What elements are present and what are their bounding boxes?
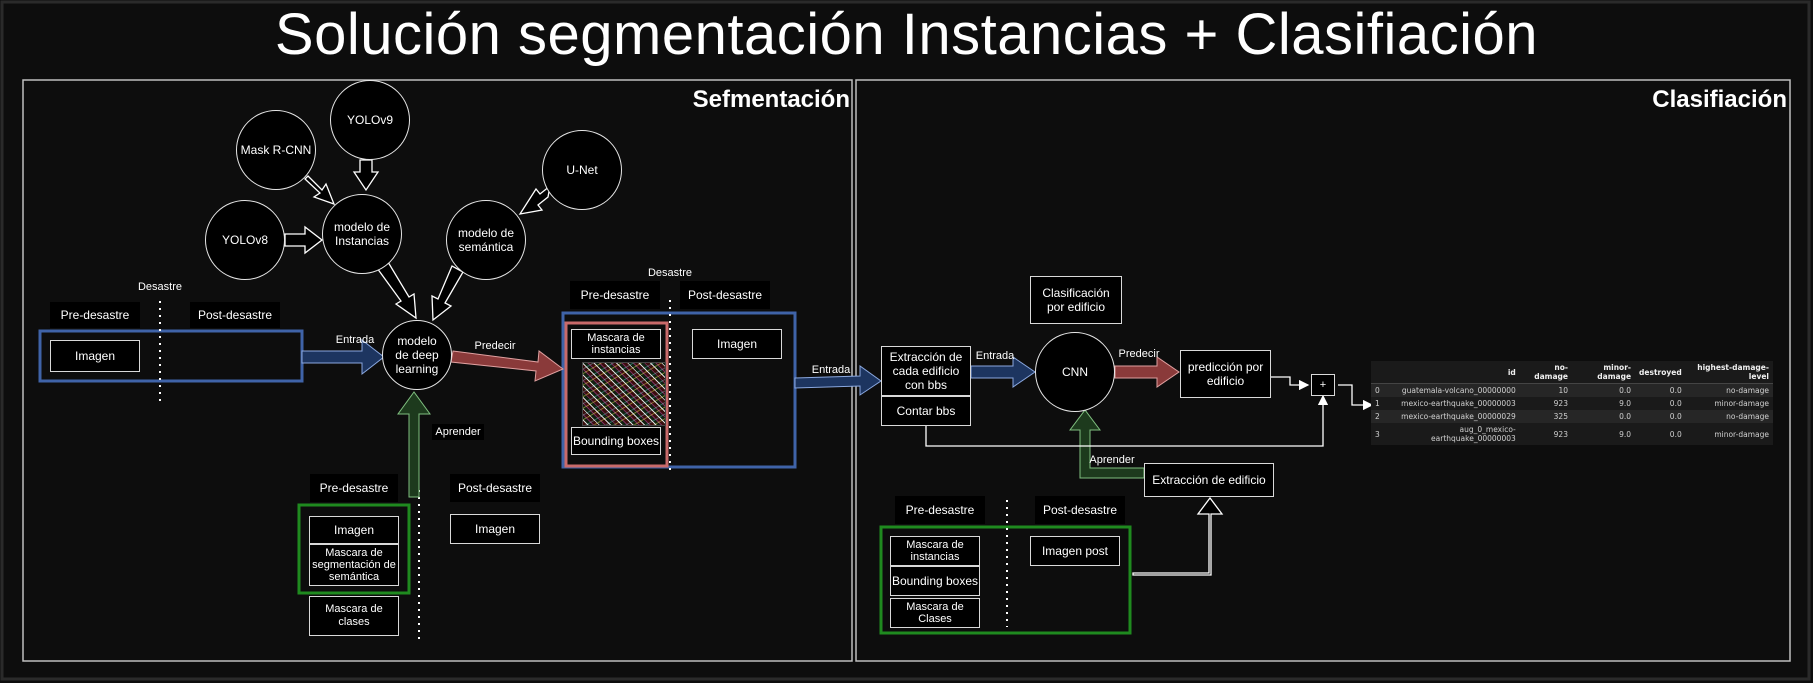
count-bbs-box: Contar bbs: [881, 396, 971, 426]
table-cell: 9.0: [1619, 399, 1632, 408]
table-cell: 1: [1375, 399, 1380, 408]
bounding-boxes-box: Bounding boxes: [571, 427, 661, 455]
table-cell: guatemala-volcano_00000000: [1383, 383, 1520, 397]
class-mask-box: Mascara de clases: [309, 596, 399, 636]
yolov9-node: YOLOv9: [330, 80, 410, 160]
unet-node: U-Net: [542, 130, 622, 210]
training-post-image-box: Imagen: [450, 514, 540, 544]
table-header-cell: destroyed: [1635, 361, 1686, 384]
output-group-title: Desastre: [647, 267, 693, 279]
arrow-predecir-seg: [450, 350, 564, 382]
table-header-cell: minor-damage: [1571, 361, 1636, 384]
cls-training-post-label: Post-desastre: [1035, 496, 1125, 524]
table-row: 3 aug_0_mexico-earthquake_00000003 923 9.0 0…: [1371, 423, 1773, 445]
table-header-cell: no-damage: [1519, 361, 1572, 384]
input-group-title: Desastre: [137, 281, 183, 293]
cnn-node: CNN: [1035, 332, 1115, 412]
table-cell: no-damage: [1685, 410, 1773, 423]
entrada-link-label: Entrada: [811, 364, 851, 376]
deep-learning-node: modelo de deep learning: [382, 320, 452, 390]
yolov8-node: YOLOv8: [205, 200, 285, 280]
semantic-model-node: modelo de semántica: [446, 200, 526, 280]
predecir-label: Predecir: [474, 340, 516, 352]
table-cell: 0: [1371, 383, 1384, 397]
cls-post-image-box: Imagen post: [1030, 536, 1120, 566]
table-cell: 0.0: [1669, 429, 1682, 439]
building-extraction-box: Extracción de cada edificio con bbs: [881, 346, 971, 396]
instance-mask-box: Mascara de instancias: [571, 329, 661, 359]
output-image-box: Imagen: [692, 329, 782, 359]
table-header-cell: id: [1383, 361, 1520, 384]
table-cell: no-damage: [1685, 383, 1773, 397]
connector-pred-to-plus: [1271, 376, 1310, 391]
table-header-cell: highest-damage-level: [1685, 361, 1773, 384]
table-cell: 0.0: [1571, 383, 1636, 397]
table-cell: 923: [1553, 399, 1568, 408]
training-pre-label: Pre-desastre: [310, 474, 398, 502]
page-title: Solución segmentación Instancias + Clasi…: [274, 2, 1539, 67]
instance-model-node: modelo de Instancias: [322, 194, 402, 274]
classification-per-building-box: Clasificación por edificio: [1030, 276, 1122, 324]
table-cell: 325: [1519, 410, 1572, 423]
table-header-cell: [1371, 361, 1384, 384]
training-image-box: Imagen: [309, 516, 399, 544]
table-cell: 0.0: [1571, 410, 1636, 423]
table-cell: 923: [1553, 429, 1568, 439]
training-post-label: Post-desastre: [450, 474, 540, 502]
entrada-label: Entrada: [335, 334, 375, 346]
arrow-unet-to-semantica: [518, 184, 551, 215]
table-cell: 10: [1519, 383, 1572, 397]
classification-section-title: Clasifiación: [1652, 86, 1787, 113]
table-cell: minor-damage: [1714, 399, 1769, 408]
semantic-mask-box: Mascara de segmentación de semántica: [309, 544, 399, 586]
connector-plus-to-table: [1338, 384, 1374, 411]
damage-result-table: id no-damage minor-damage destroyed highest-…: [1371, 361, 1773, 445]
table-row: 1 mexico-earthquake_00000003 923 9.0 0.0 mino…: [1371, 397, 1773, 410]
input-post-label: Post-desastre: [190, 302, 280, 328]
cls-class-mask-box: Mascara de Clases: [890, 598, 980, 628]
entrada-cls-label: Entrada: [975, 350, 1015, 362]
arrow-instancias-to-deep: [376, 261, 417, 320]
arrow-yolov9-to-instancias: [352, 159, 380, 192]
predecir-cls-label: Predecir: [1118, 348, 1160, 360]
cls-instance-mask-box: Mascara de instancias: [890, 536, 980, 566]
cls-training-pre-label: Pre-desastre: [895, 496, 985, 524]
prediction-per-building-box: predicción por edificio: [1180, 350, 1271, 398]
table-cell: 3: [1375, 429, 1380, 439]
cls-bounding-boxes-box: Bounding boxes: [890, 566, 980, 596]
table-cell: aug_0_mexico-earthquake_00000003: [1431, 425, 1516, 443]
table-cell: 9.0: [1619, 429, 1632, 439]
table-cell: mexico-earthquake_00000003: [1401, 399, 1516, 408]
aprender-label: Aprender: [432, 424, 484, 440]
output-pre-label: Pre-desastre: [570, 281, 660, 309]
table-cell: minor-damage: [1714, 429, 1769, 439]
table-header-row: id no-damage minor-damage destroyed highest-…: [1371, 361, 1773, 384]
arrow-maskrcnn-to-instancias: [304, 175, 336, 206]
connector-count-to-plus: [925, 394, 1329, 447]
input-pre-label: Pre-desastre: [50, 302, 140, 328]
table-cell: 0.0: [1669, 399, 1682, 408]
table-cell: 2: [1371, 410, 1384, 423]
table-row: 2 mexico-earthquake_00000029 325 0.0 0.0 no-d…: [1371, 410, 1773, 423]
building-extraction-train-box: Extracción de edificio: [1144, 463, 1274, 497]
output-post-label: Post-desastre: [680, 281, 770, 309]
table-cell: mexico-earthquake_00000029: [1383, 410, 1520, 423]
instance-mask-thumbnail: [582, 362, 666, 426]
arrow-aprender-seg: [397, 391, 431, 498]
input-image-box: Imagen: [50, 340, 140, 372]
diagram-canvas: Solución segmentación Instancias + Clasi…: [0, 0, 1813, 683]
table-row: 0 guatemala-volcano_00000000 10 0.0 0.0 no-da…: [1371, 383, 1773, 397]
segmentation-section-title: Sefmentación: [692, 86, 850, 113]
mask-rcnn-node: Mask R-CNN: [236, 110, 316, 190]
arrow-extraction-up: [1132, 496, 1224, 576]
plus-node: +: [1311, 374, 1335, 396]
aprender-cls-label: Aprender: [1089, 454, 1135, 466]
arrow-yolov8-to-instancias: [284, 225, 324, 255]
table-cell: 0.0: [1635, 383, 1686, 397]
arrow-semantica-to-deep: [431, 265, 464, 322]
table-cell: 0.0: [1635, 410, 1686, 423]
